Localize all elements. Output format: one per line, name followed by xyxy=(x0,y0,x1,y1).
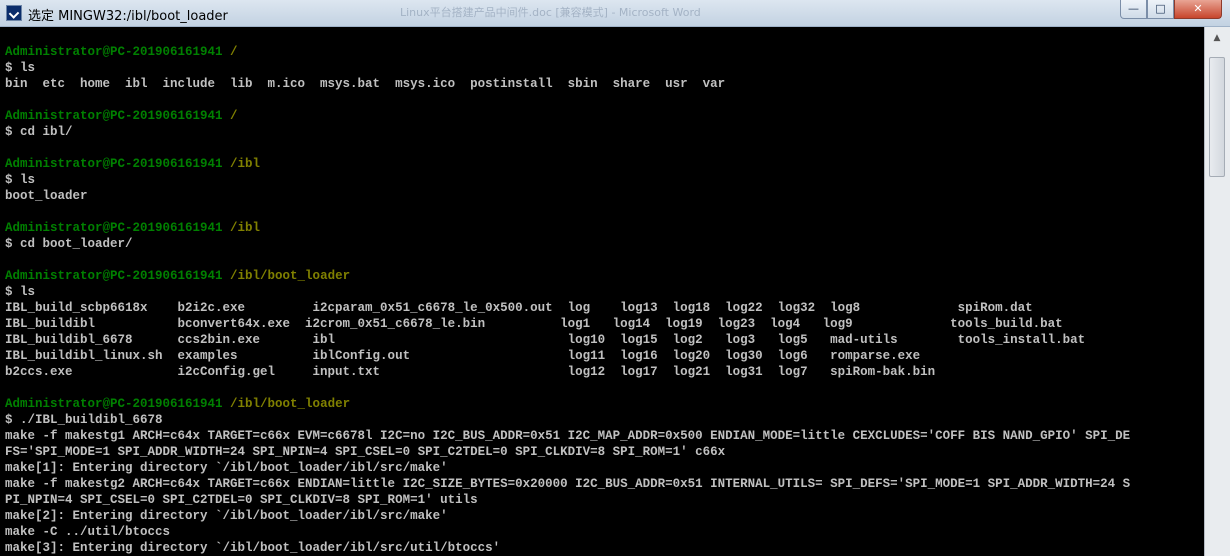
terminal-app-icon xyxy=(6,5,22,21)
minimize-button[interactable]: — xyxy=(1120,0,1147,19)
output-line: make[1]: Entering directory `/ibl/boot_l… xyxy=(5,461,448,475)
output-line: make[3]: Entering directory `/ibl/boot_l… xyxy=(5,541,501,555)
command-line: $ ./IBL_buildibl_6678 xyxy=(5,413,163,427)
prompt-line: Administrator@PC-201906161941 / xyxy=(5,44,238,60)
output-line: PI_NPIN=4 SPI_CSEL=0 SPI_C2TDEL=0 SPI_CL… xyxy=(5,493,478,507)
title-bar[interactable]: 选定 MINGW32:/ibl/boot_loader Linux平台搭建产品中… xyxy=(0,0,1230,27)
output-line: IBL_buildibl_linux.sh examples iblConfig… xyxy=(5,349,921,363)
vertical-scrollbar[interactable]: ▲ xyxy=(1204,27,1230,556)
command-line: $ ls xyxy=(5,285,36,299)
scrollbar-thumb[interactable] xyxy=(1209,57,1225,177)
prompt-path: /ibl xyxy=(222,221,261,235)
command-line: $ ls xyxy=(5,61,36,75)
prompt-user-host: Administrator@PC-201906161941 xyxy=(5,45,223,59)
prompt-user-host: Administrator@PC-201906161941 xyxy=(5,269,223,283)
prompt-path: /ibl/boot_loader xyxy=(222,397,351,411)
command-line: $ cd ibl/ xyxy=(5,125,73,139)
background-window-title: Linux平台搭建产品中间件.doc [兼容模式] - Microsoft Wo… xyxy=(400,6,701,19)
output-line: IBL_buildibl_6678 ccs2bin.exe ibl log10 … xyxy=(5,333,1086,347)
window-title: 选定 MINGW32:/ibl/boot_loader xyxy=(28,9,228,24)
prompt-line: Administrator@PC-201906161941 /ibl/boot_… xyxy=(5,396,350,412)
output-line: IBL_build_scbp6618x b2i2c.exe i2cparam_0… xyxy=(5,301,1033,315)
prompt-line: Administrator@PC-201906161941 /ibl/boot_… xyxy=(5,268,350,284)
command-line: $ cd boot_loader/ xyxy=(5,237,133,251)
output-line: make -C ../util/btoccs xyxy=(5,525,171,539)
output-line: make[2]: Entering directory `/ibl/boot_l… xyxy=(5,509,448,523)
scroll-up-arrow-icon[interactable]: ▲ xyxy=(1209,31,1225,45)
output-line: make -f makestg1 ARCH=c64x TARGET=c66x E… xyxy=(5,429,1131,443)
prompt-user-host: Administrator@PC-201906161941 xyxy=(5,109,223,123)
output-line: IBL_buildibl bconvert64x.exe i2crom_0x51… xyxy=(5,317,1063,331)
close-button[interactable]: ✕ xyxy=(1174,0,1222,19)
prompt-user-host: Administrator@PC-201906161941 xyxy=(5,157,223,171)
prompt-path: / xyxy=(222,109,238,123)
output-line: boot_loader xyxy=(5,189,88,203)
command-line: $ ls xyxy=(5,173,36,187)
prompt-line: Administrator@PC-201906161941 / xyxy=(5,108,238,124)
maximize-button[interactable]: □ xyxy=(1147,0,1174,19)
prompt-line: Administrator@PC-201906161941 /ibl xyxy=(5,220,260,236)
output-line: bin etc home ibl include lib m.ico msys.… xyxy=(5,77,726,91)
output-line: FS='SPI_MODE=1 SPI_ADDR_WIDTH=24 SPI_NPI… xyxy=(5,445,726,459)
prompt-path: /ibl xyxy=(222,157,261,171)
prompt-path: /ibl/boot_loader xyxy=(222,269,351,283)
prompt-path: / xyxy=(222,45,238,59)
output-line: b2ccs.exe i2cConfig.gel input.txt log12 … xyxy=(5,365,936,379)
terminal-window: 选定 MINGW32:/ibl/boot_loader Linux平台搭建产品中… xyxy=(0,0,1230,556)
output-line: make -f makestg2 ARCH=c64x TARGET=c66x E… xyxy=(5,477,1131,491)
terminal-output[interactable]: Administrator@PC-201906161941 / $ ls bin… xyxy=(0,27,1204,556)
prompt-user-host: Administrator@PC-201906161941 xyxy=(5,221,223,235)
prompt-line: Administrator@PC-201906161941 /ibl xyxy=(5,156,260,172)
prompt-user-host: Administrator@PC-201906161941 xyxy=(5,397,223,411)
